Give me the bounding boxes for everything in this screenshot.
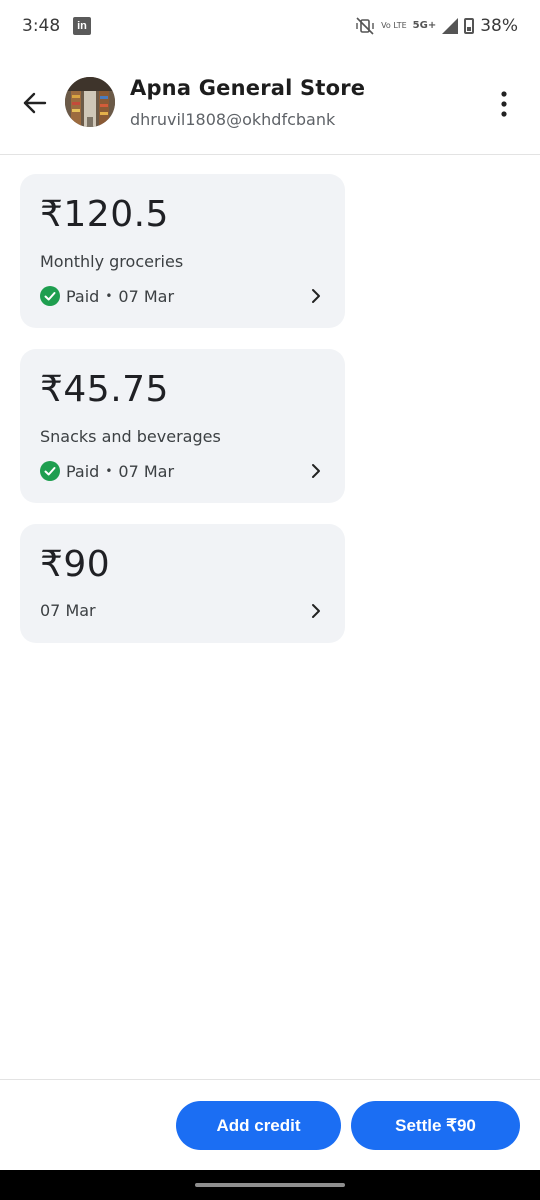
transaction-date: 07 Mar <box>118 461 175 481</box>
transaction-card[interactable]: ₹90 07 Mar <box>20 524 345 643</box>
store-header: Apna General Store dhruvil1808@okhdfcban… <box>0 54 540 155</box>
store-upi-id: dhruvil1808@okhdfcbank <box>130 110 336 129</box>
navigation-bar <box>0 1170 540 1200</box>
volte-indicator: Vo LTE <box>381 21 407 30</box>
chevron-right-icon <box>312 464 320 478</box>
more-options-icon[interactable] <box>492 88 516 120</box>
linkedin-icon: in <box>73 17 91 35</box>
transaction-amount: ₹45.75 <box>40 369 169 410</box>
separator-dot: • <box>105 289 113 303</box>
status-label: Paid <box>66 286 100 306</box>
mute-vibrate-icon <box>356 17 374 35</box>
transaction-description: Monthly groceries <box>40 252 184 271</box>
transaction-card[interactable]: ₹120.5 Monthly groceries Paid • 07 Mar <box>20 174 345 328</box>
battery-icon <box>464 18 475 34</box>
transaction-amount: ₹120.5 <box>40 194 169 235</box>
gesture-handle[interactable] <box>195 1183 345 1187</box>
status-label: Paid <box>66 461 100 481</box>
chevron-right-icon <box>312 289 320 303</box>
separator-dot: • <box>105 464 113 478</box>
transaction-date: 07 Mar <box>118 286 175 306</box>
transaction-amount: ₹90 <box>40 544 111 585</box>
settle-button[interactable]: Settle ₹90 <box>351 1101 520 1150</box>
transaction-status: Paid • 07 Mar <box>40 286 174 306</box>
signal-icon <box>442 18 459 34</box>
chevron-right-icon <box>312 604 320 618</box>
store-photo-icon <box>65 77 115 127</box>
transaction-status: Paid • 07 Mar <box>40 461 174 481</box>
action-bar: Add credit Settle ₹90 <box>0 1079 540 1171</box>
status-bar: 3:48 in Vo LTE 5G+ 38% <box>0 0 540 54</box>
back-arrow-icon[interactable] <box>20 88 50 118</box>
status-time: 3:48 <box>22 16 61 36</box>
battery-percent: 38% <box>480 16 518 36</box>
transaction-date: 07 Mar <box>40 601 96 620</box>
transaction-description: Snacks and beverages <box>40 427 221 446</box>
store-name: Apna General Store <box>130 76 366 100</box>
transaction-card[interactable]: ₹45.75 Snacks and beverages Paid • 07 Ma… <box>20 349 345 503</box>
paid-check-icon <box>40 286 60 306</box>
status-indicators: Vo LTE 5G+ 38% <box>355 14 518 38</box>
network-type: 5G+ <box>412 20 437 31</box>
store-avatar[interactable] <box>65 77 115 127</box>
add-credit-button[interactable]: Add credit <box>176 1101 341 1150</box>
paid-check-icon <box>40 461 60 481</box>
